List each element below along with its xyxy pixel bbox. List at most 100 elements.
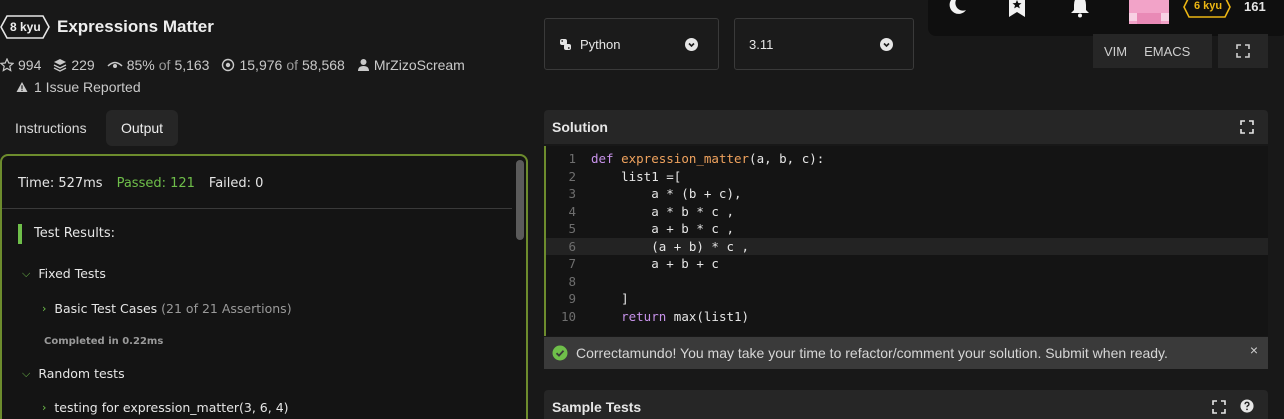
line-number: 10 bbox=[560, 308, 576, 324]
code-line[interactable]: 1 def expression_matter(a, b, c): bbox=[546, 150, 1268, 168]
issues-link[interactable]: 1 Issue Reported bbox=[16, 79, 141, 95]
code-text[interactable]: a * (b + c), bbox=[591, 185, 741, 203]
line-number: 7 bbox=[568, 256, 576, 271]
satisfaction-percent: 85% bbox=[126, 57, 155, 73]
line-number: 8 bbox=[568, 273, 576, 289]
expand-icon[interactable] bbox=[1240, 120, 1254, 134]
bookmark-star-icon[interactable] bbox=[1008, 0, 1026, 18]
moon-icon[interactable] bbox=[946, 0, 968, 16]
code-line[interactable]: 4 a * b * c , bbox=[546, 203, 1268, 221]
satisfaction-votes: 5,163 bbox=[174, 57, 210, 73]
tab-output[interactable]: Output bbox=[106, 110, 179, 146]
python-icon bbox=[560, 38, 571, 50]
chevron-right-icon: › bbox=[42, 401, 47, 414]
code-line[interactable]: 2 list1 =[ bbox=[546, 168, 1268, 186]
author-name: MrZizoScream bbox=[373, 57, 465, 73]
output-panel: Time: 527ms Passed: 121 Failed: 0 Test Res… bbox=[0, 154, 528, 419]
chevron-down-icon: ⌵ bbox=[22, 366, 31, 380]
line-number: 9 bbox=[568, 291, 576, 306]
random-test-item[interactable]: › testing for expression_matter(3, 6, 4) bbox=[42, 400, 289, 415]
code-line[interactable]: 9 ] bbox=[546, 290, 1268, 308]
code-line[interactable]: 10 return max(list1) bbox=[546, 308, 1268, 326]
output-scrollbar[interactable] bbox=[516, 160, 524, 240]
eye-rating-icon bbox=[107, 61, 123, 68]
warning-icon bbox=[16, 82, 28, 92]
fullscreen-button[interactable] bbox=[1218, 34, 1268, 68]
language-select[interactable]: Python bbox=[544, 18, 719, 70]
version-select[interactable]: 3.11 bbox=[734, 18, 914, 70]
success-message: Correctamundo! You may take your time to… bbox=[576, 345, 1168, 361]
chevron-down-icon bbox=[685, 38, 698, 51]
stars-stat[interactable]: 994 bbox=[0, 57, 41, 73]
code-editor[interactable]: 1 def expression_matter(a, b, c): 2 list1 … bbox=[544, 146, 1268, 336]
check-circle-icon bbox=[552, 345, 568, 361]
stars-count: 994 bbox=[18, 57, 42, 73]
code-text[interactable]: def expression_matter(a, b, c): bbox=[591, 150, 824, 168]
vim-mode-button[interactable]: VIM bbox=[1104, 44, 1127, 59]
collections-count: 229 bbox=[71, 57, 95, 73]
bell-icon[interactable] bbox=[1069, 0, 1091, 18]
code-line[interactable]: 6 (a + b) * c , bbox=[546, 237, 1268, 256]
close-icon[interactable]: × bbox=[1250, 342, 1258, 358]
basic-assertions-count: (21 of 21 Assertions) bbox=[161, 301, 292, 316]
tab-instructions[interactable]: Instructions bbox=[0, 110, 102, 146]
code-line[interactable]: 7 a + b + c bbox=[546, 255, 1268, 273]
attempts-count: 58,568 bbox=[302, 57, 345, 73]
expand-icon bbox=[1236, 44, 1250, 58]
chevron-down-icon bbox=[880, 38, 893, 51]
code-text[interactable]: a + b + c bbox=[591, 255, 719, 273]
line-number: 4 bbox=[568, 203, 576, 219]
fixed-tests-group[interactable]: ⌵ Fixed Tests bbox=[22, 266, 106, 281]
author-stat[interactable]: MrZizoScream bbox=[357, 57, 465, 73]
random-tests-label: Random tests bbox=[38, 366, 125, 381]
honor-count: 161 bbox=[1244, 0, 1266, 14]
code-text[interactable]: ] bbox=[591, 290, 629, 308]
test-summary: Time: 527ms Passed: 121 Failed: 0 bbox=[18, 176, 263, 191]
layers-icon bbox=[54, 59, 67, 72]
completed-time: Completed in 0.22ms bbox=[44, 336, 164, 347]
chevron-right-icon: › bbox=[42, 302, 47, 315]
chevron-down-icon: ⌵ bbox=[22, 266, 31, 280]
line-number: 2 bbox=[568, 168, 576, 184]
sample-tests-header: Sample Tests bbox=[544, 390, 1268, 419]
code-text[interactable]: return max(list1) bbox=[591, 308, 749, 326]
code-text[interactable]: list1 =[ bbox=[591, 168, 681, 186]
emacs-mode-button[interactable]: EMACS bbox=[1144, 44, 1190, 59]
editor-mode-group: VIM EMACS bbox=[1093, 34, 1212, 68]
time-label: Time: 527ms bbox=[18, 176, 103, 191]
test-results-heading: Test Results: bbox=[18, 224, 115, 244]
success-notice: Correctamundo! You may take your time to… bbox=[544, 337, 1268, 369]
completed-count: 15,976 bbox=[239, 57, 283, 73]
basic-test-cases-group[interactable]: › Basic Test Cases (21 of 21 Assertions) bbox=[42, 301, 292, 316]
user-icon bbox=[357, 59, 369, 71]
code-text[interactable]: (a + b) * c , bbox=[591, 238, 749, 256]
collections-stat[interactable]: 229 bbox=[53, 57, 95, 73]
satisfaction-stat: 85% of 5,163 bbox=[107, 57, 210, 73]
user-rank-label: 6 kyu bbox=[1194, 0, 1223, 12]
basic-test-cases-label: Basic Test Cases bbox=[54, 301, 158, 316]
kata-rank-badge: 8 kyu bbox=[0, 14, 51, 40]
code-text[interactable]: a * b * c , bbox=[591, 203, 734, 221]
kata-title[interactable]: Expressions Matter bbox=[57, 17, 214, 37]
expand-icon[interactable] bbox=[1212, 400, 1226, 414]
kata-rank-label: 8 kyu bbox=[10, 20, 41, 34]
line-number: 1 bbox=[568, 151, 576, 166]
user-rank-badge[interactable]: 6 kyu bbox=[1183, 0, 1231, 18]
language-value: Python bbox=[580, 36, 621, 52]
avatar[interactable] bbox=[1129, 0, 1169, 24]
failed-label: Failed: 0 bbox=[208, 176, 264, 191]
version-value: 3.11 bbox=[749, 36, 774, 52]
code-text[interactable]: a + b * c , bbox=[591, 220, 734, 238]
solution-title: Solution bbox=[552, 119, 608, 135]
fixed-tests-label: Fixed Tests bbox=[38, 266, 106, 281]
help-icon[interactable] bbox=[1240, 399, 1254, 413]
summary-divider bbox=[2, 208, 512, 209]
star-icon bbox=[0, 58, 14, 72]
random-tests-group[interactable]: ⌵ Random tests bbox=[22, 366, 125, 381]
code-line[interactable]: 5 a + b * c , bbox=[546, 220, 1268, 238]
code-line[interactable]: 3 a * (b + c), bbox=[546, 185, 1268, 203]
code-line[interactable]: 8 bbox=[546, 273, 1268, 291]
random-test-label: testing for expression_matter(3, 6, 4) bbox=[54, 400, 289, 415]
satisfaction-of: of bbox=[158, 57, 171, 73]
line-number: 6 bbox=[568, 238, 576, 254]
